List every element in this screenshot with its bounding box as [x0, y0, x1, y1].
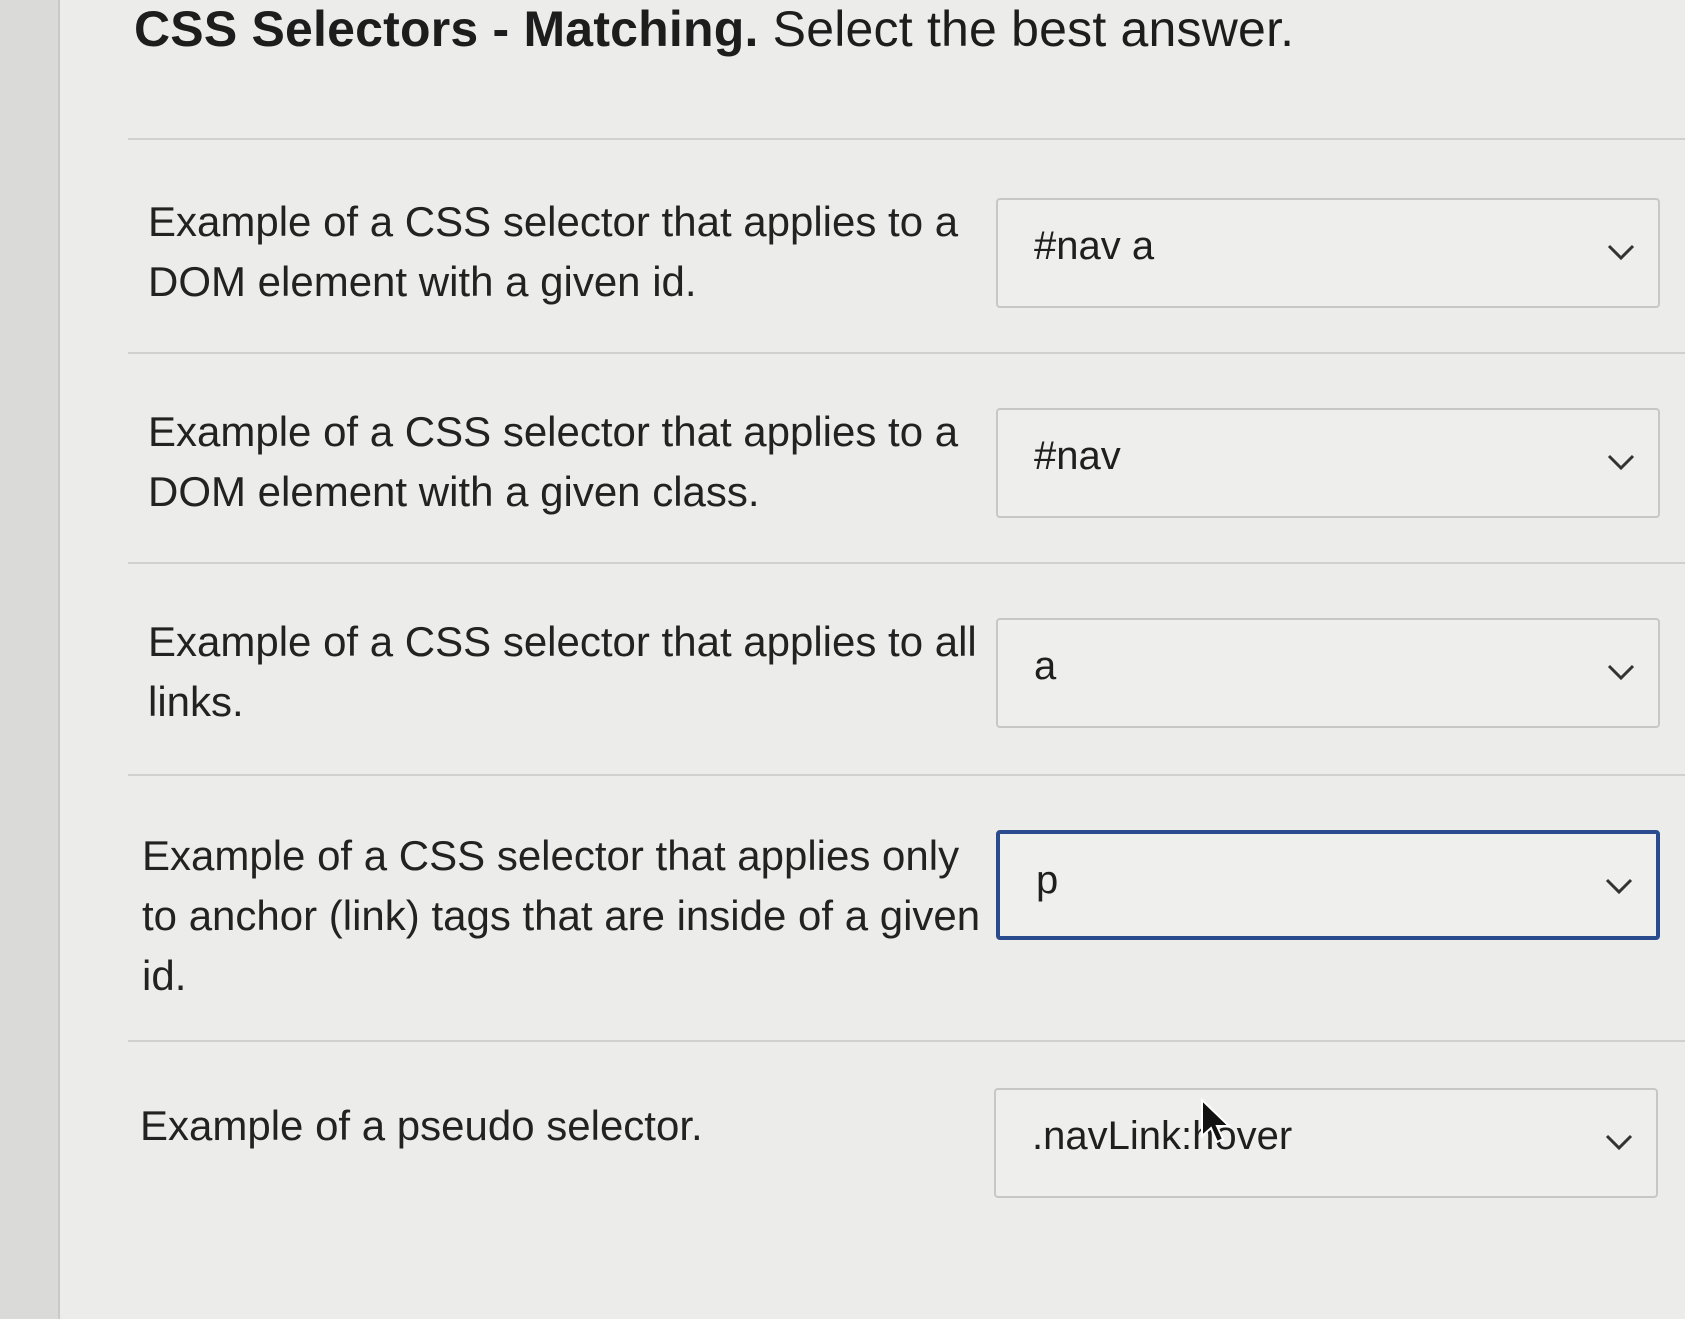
- answer-dropdown[interactable]: a: [996, 618, 1660, 728]
- dropdown-selected-value: .navLink:hover: [1032, 1114, 1293, 1158]
- dropdown-selected-value: a: [1034, 644, 1057, 688]
- divider: [128, 1040, 1685, 1042]
- left-margin-bar: [0, 0, 60, 1319]
- question-title-strong: CSS Selectors - Matching.: [134, 1, 759, 57]
- dropdown-selected-value: #nav a: [1034, 224, 1155, 268]
- divider: [128, 774, 1685, 776]
- mouse-pointer-icon: [1201, 1098, 1232, 1144]
- matching-prompt: Example of a CSS selector that applies t…: [148, 408, 959, 515]
- divider: [128, 138, 1685, 140]
- answer-dropdown[interactable]: #nav: [996, 408, 1660, 518]
- matching-prompt: Example of a CSS selector that applies o…: [142, 832, 981, 999]
- chevron-down-icon: [1605, 1134, 1633, 1151]
- matching-prompt: Example of a pseudo selector.: [140, 1102, 703, 1149]
- dropdown-selected-value: #nav: [1034, 434, 1121, 478]
- answer-dropdown[interactable]: #nav a: [996, 198, 1660, 308]
- divider: [128, 352, 1685, 354]
- chevron-down-icon: [1605, 878, 1633, 895]
- matching-prompt: Example of a CSS selector that applies t…: [148, 618, 977, 725]
- matching-prompt: Example of a CSS selector that applies t…: [148, 198, 959, 305]
- question-title: CSS Selectors - Matching. Select the bes…: [134, 0, 1294, 58]
- answer-dropdown-focused[interactable]: p: [996, 830, 1660, 940]
- answer-dropdown[interactable]: .navLink:hover: [994, 1088, 1658, 1198]
- dropdown-selected-value: p: [1036, 858, 1059, 902]
- chevron-down-icon: [1607, 454, 1635, 471]
- chevron-down-icon: [1607, 244, 1635, 261]
- divider: [128, 562, 1685, 564]
- question-title-rest: Select the best answer.: [758, 1, 1295, 57]
- chevron-down-icon: [1607, 664, 1635, 681]
